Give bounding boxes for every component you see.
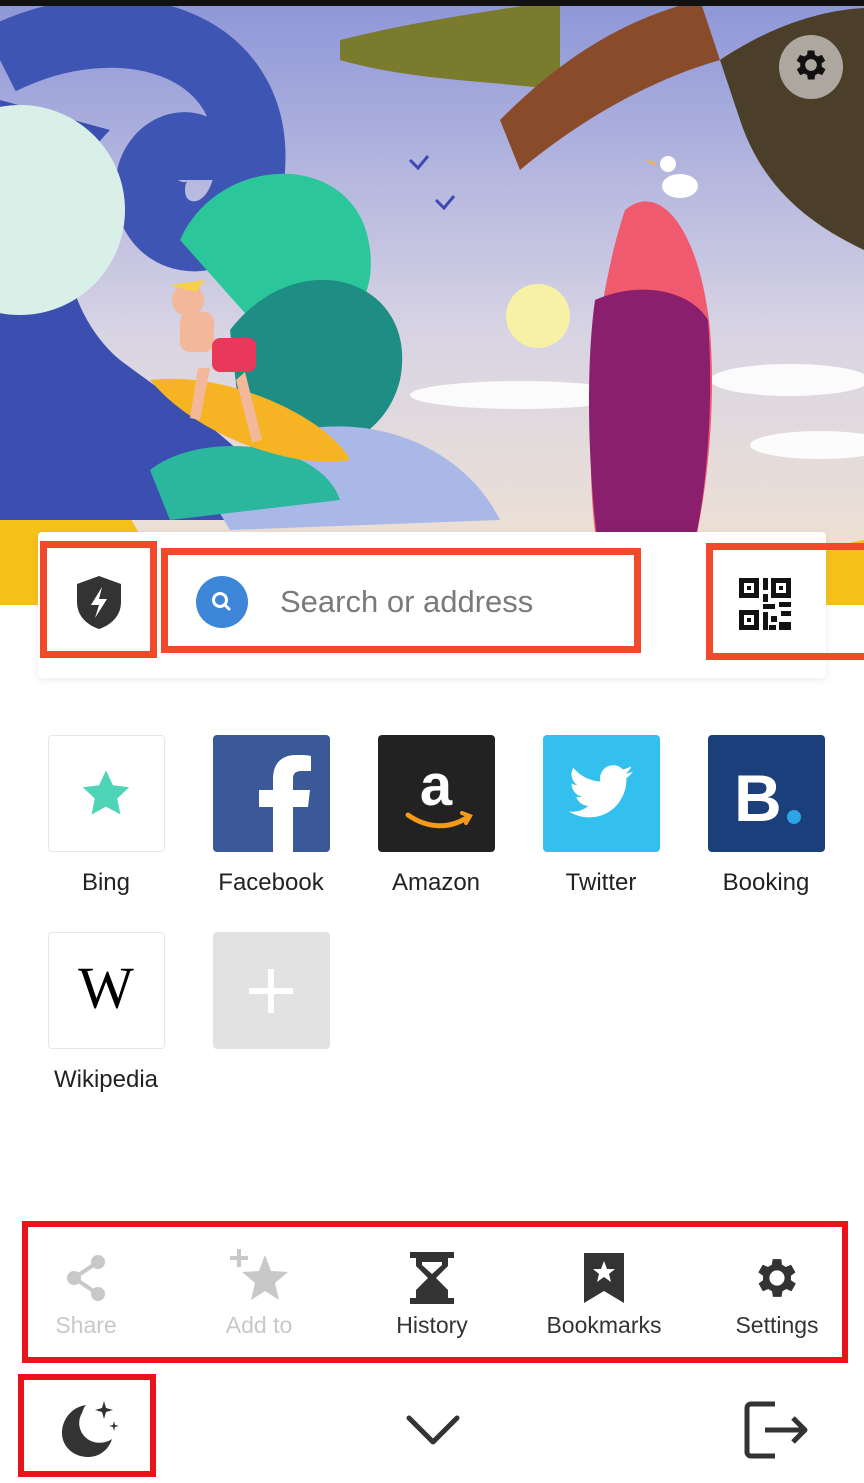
svg-text:W: W (78, 955, 134, 1021)
speed-dial-bing[interactable]: Bing (36, 735, 176, 897)
share-label: Share (55, 1312, 117, 1338)
twitter-icon (542, 735, 660, 852)
booking-icon: B (707, 735, 825, 852)
bookmarks-label: Bookmarks (546, 1312, 662, 1338)
gear-icon (758, 1259, 796, 1297)
qr-scan-button[interactable] (706, 543, 864, 660)
gear-icon (791, 45, 831, 90)
exit-button[interactable] (741, 1398, 813, 1462)
svg-text:B: B (734, 761, 782, 835)
settings-button[interactable]: Settings (697, 1250, 857, 1339)
speed-dial-label: Amazon (391, 869, 481, 896)
hero-illustration (0, 0, 864, 605)
bookmark-star-icon (584, 1253, 624, 1303)
speed-dial-label: Facebook (218, 869, 324, 896)
collapse-menu-button[interactable] (401, 1404, 465, 1454)
speed-dial-label: Bing (81, 869, 131, 896)
add-to-label: Add to (225, 1312, 293, 1338)
exit-icon (744, 1401, 808, 1459)
speed-dial-amazon[interactable]: a Amazon (366, 735, 506, 897)
status-bar-edge (0, 0, 864, 6)
search-input[interactable] (280, 577, 610, 627)
speed-dial-booking[interactable]: B Booking (696, 735, 836, 897)
speed-dial-label: Booking (722, 869, 810, 896)
chevron-down-icon (406, 1415, 460, 1445)
search-icon (196, 576, 248, 628)
moon-stars-icon (62, 1401, 119, 1457)
qr-code-icon (739, 578, 791, 630)
svg-text:a: a (419, 753, 452, 818)
add-star-icon (230, 1249, 288, 1300)
settings-label: Settings (735, 1312, 819, 1338)
bing-star-icon (47, 735, 165, 852)
speed-dial-add[interactable] (201, 932, 341, 1049)
speed-dial-facebook[interactable]: Facebook (201, 735, 341, 897)
add-to-button[interactable]: Add to (179, 1249, 339, 1339)
bookmarks-button[interactable]: Bookmarks (524, 1250, 684, 1339)
amazon-icon: a (377, 735, 495, 852)
shield-button[interactable] (40, 541, 157, 658)
hourglass-icon (410, 1252, 454, 1304)
speed-dial-label: Wikipedia (53, 1066, 159, 1093)
speed-dial-label: Twitter (565, 869, 637, 896)
history-button[interactable]: History (352, 1250, 512, 1339)
history-label: History (396, 1312, 468, 1338)
share-icon (67, 1255, 105, 1301)
hero-settings-button[interactable] (779, 35, 843, 99)
share-button[interactable]: Share (6, 1250, 166, 1339)
search-box[interactable] (161, 548, 641, 653)
add-icon (212, 932, 330, 1049)
speed-dial-twitter[interactable]: Twitter (531, 735, 671, 897)
speed-dial-wikipedia[interactable]: W Wikipedia (36, 932, 176, 1094)
facebook-icon (212, 735, 330, 852)
night-mode-button[interactable] (18, 1374, 156, 1477)
shield-bolt-icon (77, 576, 121, 629)
wikipedia-icon: W (47, 932, 165, 1049)
